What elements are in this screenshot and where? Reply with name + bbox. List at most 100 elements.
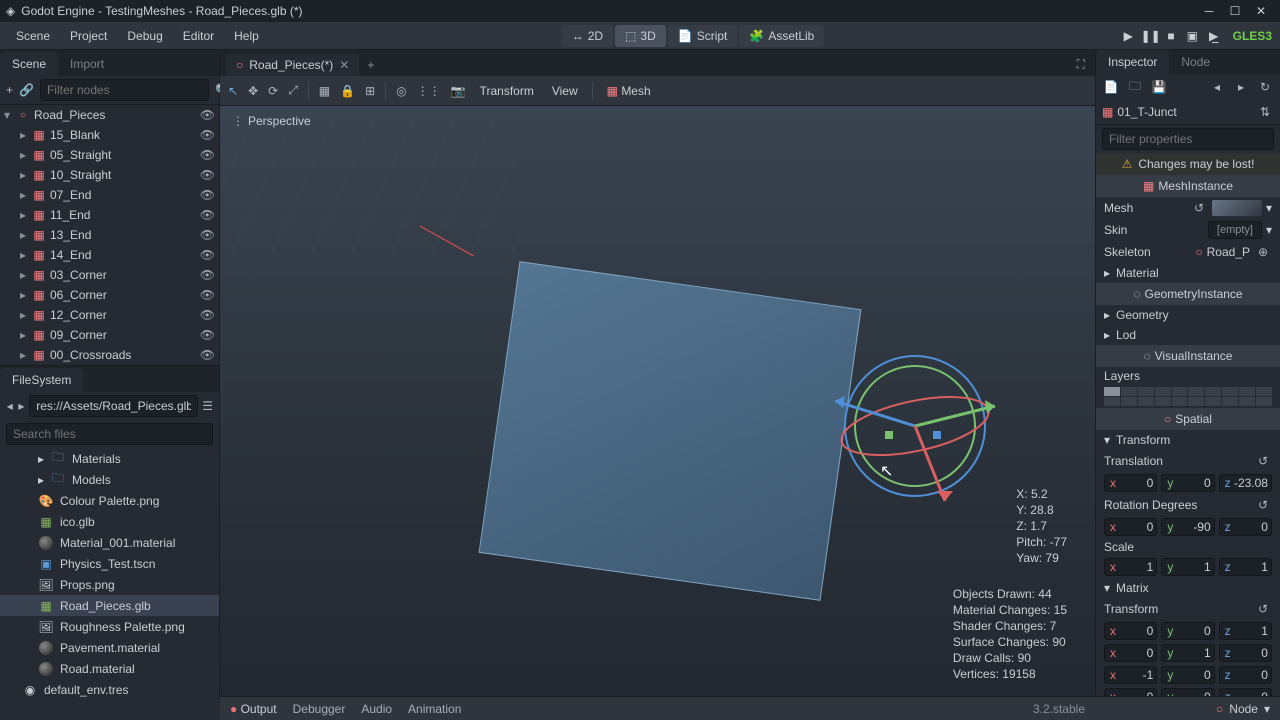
section-matrix[interactable]: ▾Matrix — [1096, 578, 1280, 598]
scene-tree[interactable]: ▾○ Road_Pieces 👁 ▸▦15_Blank👁 ▸▦05_Straig… — [0, 105, 219, 365]
menu-scene[interactable]: Scene — [8, 25, 58, 47]
play-scene-icon[interactable]: ▣ — [1183, 29, 1201, 43]
history-icon[interactable]: ↻ — [1256, 78, 1274, 96]
view-mode-icon[interactable]: ☰ — [202, 397, 213, 415]
revert-icon[interactable]: ↺ — [1254, 496, 1272, 514]
forward-icon[interactable]: ▸ — [18, 397, 26, 415]
mode-2d-button[interactable]: ↔ 2D — [562, 25, 613, 47]
tree-node[interactable]: ▸▦15_Blank👁 — [0, 125, 219, 145]
visibility-icon[interactable]: 👁 — [200, 248, 215, 262]
add-node-icon[interactable]: + — [6, 81, 13, 99]
stop-icon[interactable]: ■ — [1162, 29, 1180, 43]
maximize-icon[interactable]: ☐ — [1222, 4, 1248, 18]
mode-script-button[interactable]: 📄 Script — [668, 25, 738, 47]
rotation-fields[interactable]: x0 y-90 z0 — [1096, 516, 1280, 538]
fs-file[interactable]: Road.material — [0, 658, 219, 679]
translation-fields[interactable]: x0 y0 z-23.08 — [1096, 472, 1280, 494]
renderer-label[interactable]: GLES3 — [1233, 29, 1272, 43]
visibility-icon[interactable]: 👁 — [200, 228, 215, 242]
group-icon[interactable]: ⊞ — [365, 84, 375, 98]
section-material[interactable]: ▸Material — [1096, 263, 1280, 283]
visibility-icon[interactable]: 👁 — [200, 348, 215, 362]
mesh-menu[interactable]: ▦ Mesh — [603, 82, 655, 100]
menu-project[interactable]: Project — [62, 25, 115, 47]
load-resource-icon[interactable]: 🗀 — [1126, 78, 1144, 96]
close-tab-icon[interactable]: ✕ — [339, 58, 349, 72]
menu-help[interactable]: Help — [226, 25, 267, 47]
history-fwd-icon[interactable]: ▸ — [1232, 78, 1250, 96]
filter-properties-input[interactable] — [1102, 128, 1274, 150]
save-resource-icon[interactable]: 💾 — [1150, 78, 1168, 96]
matrix-row[interactable]: x0y1z0 — [1096, 642, 1280, 664]
tree-node[interactable]: ▸▦00_Crossroads👁 — [0, 345, 219, 365]
tree-node[interactable]: ▸▦06_Corner👁 — [0, 285, 219, 305]
scale-fields[interactable]: x1 y1 z1 — [1096, 556, 1280, 578]
menu-editor[interactable]: Editor — [175, 25, 222, 47]
fs-file[interactable]: ▦ico.glb — [0, 511, 219, 532]
revert-icon[interactable]: ↺ — [1254, 600, 1272, 618]
fs-file[interactable]: ▣Physics_Test.tscn — [0, 553, 219, 574]
tree-root[interactable]: ▾○ Road_Pieces 👁 — [0, 105, 219, 125]
viewport-3d[interactable]: ⋮ Perspective ↖ X: 5.2Y: 28.8Z: 1.7 Pitc… — [220, 106, 1095, 700]
tab-import[interactable]: Import — [58, 52, 116, 76]
mode-assetlib-button[interactable]: 🧩 AssetLib — [739, 25, 824, 47]
fs-file[interactable]: 🖼Roughness Palette.png — [0, 616, 219, 637]
move-tool-icon[interactable]: ✥ — [248, 84, 258, 98]
prop-skin[interactable]: Skin[empty]▾ — [1096, 219, 1280, 241]
matrix-row[interactable]: x-1y0z0 — [1096, 664, 1280, 686]
section-geometry[interactable]: ▸Geometry — [1096, 305, 1280, 325]
matrix-row[interactable]: x0y0z1 — [1096, 620, 1280, 642]
tree-node[interactable]: ▸▦12_Corner👁 — [0, 305, 219, 325]
assign-icon[interactable]: ⊕ — [1254, 243, 1272, 261]
fs-file[interactable]: 🎨Colour Palette.png — [0, 490, 219, 511]
chevron-down-icon[interactable]: ▾ — [1266, 223, 1272, 237]
mesh-thumbnail[interactable] — [1212, 200, 1262, 216]
tree-node[interactable]: ▸▦09_Corner👁 — [0, 325, 219, 345]
mode-3d-button[interactable]: ⬚ 3D — [615, 25, 666, 47]
chevron-down-icon[interactable]: ▾ — [1266, 201, 1272, 215]
revert-icon[interactable]: ↺ — [1190, 199, 1208, 217]
revert-icon[interactable]: ↺ — [1254, 452, 1272, 470]
bottom-audio[interactable]: Audio — [361, 702, 392, 716]
tab-inspector[interactable]: Inspector — [1096, 50, 1169, 74]
tree-node[interactable]: ▸▦03_Corner👁 — [0, 265, 219, 285]
camera-override-icon[interactable]: 📷 — [451, 84, 466, 98]
add-scene-tab[interactable]: + — [359, 54, 382, 76]
filter-nodes-input[interactable] — [40, 79, 209, 101]
visibility-icon[interactable]: 👁 — [200, 108, 215, 122]
fs-file[interactable]: 🖼Props.png — [0, 574, 219, 595]
view-menu[interactable]: View — [548, 82, 582, 100]
visibility-icon[interactable]: 👁 — [200, 328, 215, 342]
create-root[interactable]: ○ Node ▾ — [1095, 696, 1280, 720]
prop-mesh[interactable]: Mesh ↺ ▾ — [1096, 197, 1280, 219]
tab-node[interactable]: Node — [1169, 50, 1222, 74]
chevron-down-icon[interactable]: ▾ — [1264, 702, 1270, 716]
scene-tab[interactable]: ○ Road_Pieces(*) ✕ — [226, 54, 359, 76]
fs-file-selected[interactable]: ▦Road_Pieces.glb — [0, 595, 219, 616]
menu-debug[interactable]: Debug — [119, 25, 170, 47]
visibility-icon[interactable]: 👁 — [200, 308, 215, 322]
tree-node[interactable]: ▸▦10_Straight👁 — [0, 165, 219, 185]
transform-menu[interactable]: Transform — [476, 82, 538, 100]
visibility-icon[interactable]: 👁 — [200, 168, 215, 182]
visibility-icon[interactable]: 👁 — [200, 268, 215, 282]
perspective-label[interactable]: ⋮ Perspective — [232, 114, 311, 128]
layers-grid[interactable] — [1096, 385, 1280, 408]
play-custom-icon[interactable]: ▶̲ — [1205, 29, 1223, 43]
snap-toggle-icon[interactable]: ⋮⋮ — [417, 84, 441, 98]
local-space-icon[interactable]: ◎ — [396, 84, 406, 98]
tree-node[interactable]: ▸▦14_End👁 — [0, 245, 219, 265]
visibility-icon[interactable]: 👁 — [200, 208, 215, 222]
search-files-input[interactable] — [6, 423, 213, 445]
new-resource-icon[interactable]: 📄 — [1102, 78, 1120, 96]
visibility-icon[interactable]: 👁 — [200, 128, 215, 142]
prop-skeleton[interactable]: Skeleton○Road_P⊕ — [1096, 241, 1280, 263]
path-input[interactable] — [29, 395, 198, 417]
tree-node[interactable]: ▸▦05_Straight👁 — [0, 145, 219, 165]
tree-node[interactable]: ▸▦11_End👁 — [0, 205, 219, 225]
transform-gizmo[interactable] — [825, 336, 1005, 516]
snap-icon[interactable]: ▦ — [319, 84, 330, 98]
tree-node[interactable]: ▸▦07_End👁 — [0, 185, 219, 205]
minimize-icon[interactable]: ─ — [1196, 4, 1222, 18]
close-icon[interactable]: ✕ — [1248, 4, 1274, 18]
